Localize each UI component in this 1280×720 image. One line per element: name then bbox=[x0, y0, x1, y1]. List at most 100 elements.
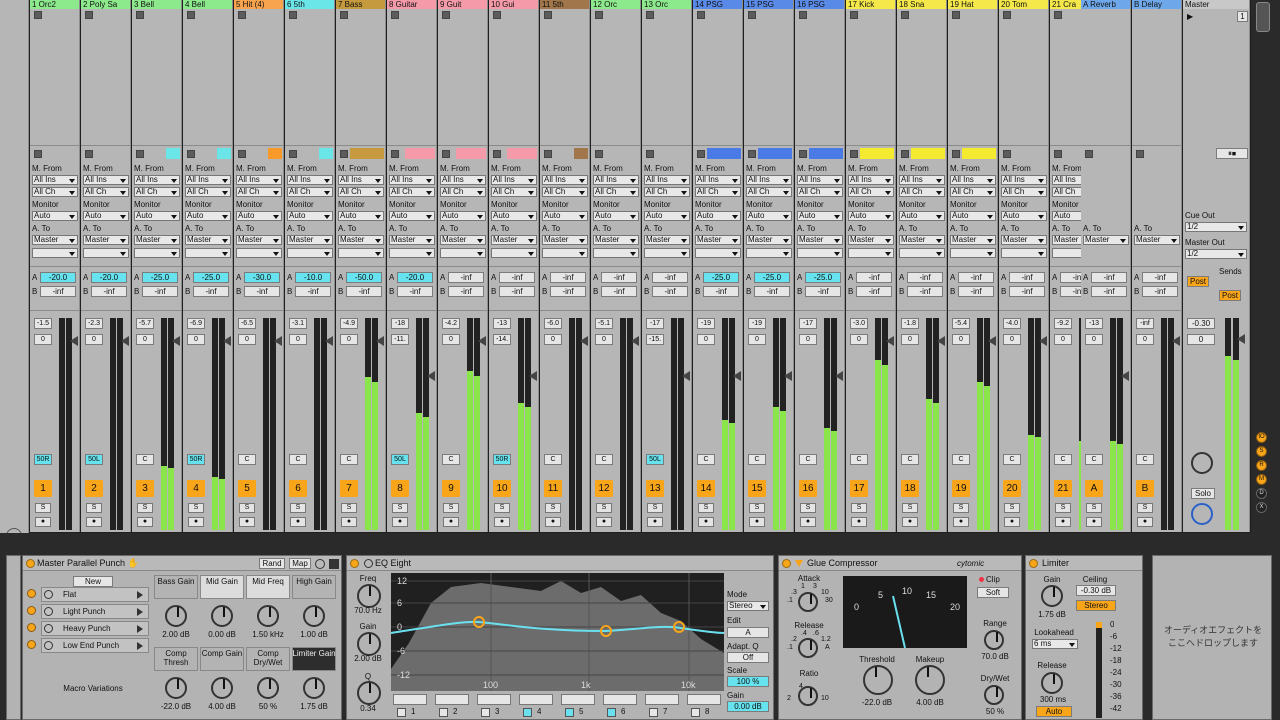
input-channel-dropdown[interactable]: All Ch bbox=[950, 187, 996, 197]
send-a-value[interactable]: -30.0 bbox=[244, 272, 280, 283]
solo-button[interactable]: S bbox=[86, 503, 102, 513]
arm-button[interactable]: ● bbox=[494, 517, 510, 527]
eq-gain-knob[interactable] bbox=[357, 632, 381, 656]
volume-fader[interactable] bbox=[835, 371, 843, 381]
track-title[interactable]: 14 PSG bbox=[693, 0, 742, 9]
variation-arrow-icon[interactable] bbox=[137, 625, 143, 633]
record-arm-button[interactable] bbox=[289, 11, 297, 19]
solo-button[interactable]: S bbox=[392, 503, 408, 513]
input-channel-dropdown[interactable]: All Ch bbox=[389, 187, 435, 197]
clip-stop-button[interactable] bbox=[544, 150, 552, 158]
send-a-value[interactable]: -inf bbox=[1142, 272, 1178, 283]
solo-button[interactable]: S bbox=[494, 503, 510, 513]
track-title[interactable]: 10 Gui bbox=[489, 0, 538, 9]
input-type-dropdown[interactable]: All Ins bbox=[32, 175, 78, 185]
chain-select-led[interactable] bbox=[27, 640, 36, 649]
send-a-value[interactable]: -25.0 bbox=[703, 272, 739, 283]
clip-slot[interactable] bbox=[860, 148, 894, 159]
arm-button[interactable]: ● bbox=[800, 517, 816, 527]
input-type-dropdown[interactable]: All Ins bbox=[185, 175, 231, 185]
record-arm-button[interactable] bbox=[901, 11, 909, 19]
release-knob[interactable] bbox=[798, 638, 818, 658]
attack-knob[interactable] bbox=[798, 592, 818, 612]
scene-play-icon[interactable]: ▶ bbox=[1187, 12, 1193, 22]
peak-value[interactable]: 0 bbox=[34, 334, 52, 345]
clip-stop-button[interactable] bbox=[646, 150, 654, 158]
output-dropdown[interactable]: Master bbox=[1001, 235, 1047, 245]
track-activator[interactable]: 21 bbox=[1054, 480, 1072, 497]
solo-button[interactable]: S bbox=[1086, 503, 1102, 513]
peak-value[interactable]: 0 bbox=[136, 334, 154, 345]
arm-button[interactable]: ● bbox=[1055, 517, 1071, 527]
band-filter-type[interactable] bbox=[435, 694, 469, 705]
solo-button[interactable]: S bbox=[239, 503, 255, 513]
output-dropdown[interactable]: Master bbox=[287, 235, 333, 245]
arm-button[interactable]: ● bbox=[392, 517, 408, 527]
metronome-icon[interactable] bbox=[1191, 452, 1213, 474]
clip-stop-button[interactable] bbox=[1136, 150, 1144, 158]
pan-value[interactable]: C bbox=[1085, 454, 1103, 465]
send-b-value[interactable]: -inf bbox=[397, 286, 433, 297]
track-activator[interactable]: 20 bbox=[1003, 480, 1021, 497]
pan-value[interactable]: C bbox=[748, 454, 766, 465]
peak-value[interactable]: 0 bbox=[238, 334, 256, 345]
volume-value[interactable]: -4.0 bbox=[1003, 318, 1021, 329]
clip-slot[interactable] bbox=[809, 148, 843, 159]
clip-slot[interactable] bbox=[268, 148, 282, 159]
band-enable-checkbox[interactable] bbox=[649, 708, 658, 717]
peak-value[interactable]: 0 bbox=[952, 334, 970, 345]
macro-knob[interactable] bbox=[165, 677, 187, 699]
peak-value[interactable]: 0 bbox=[1054, 334, 1072, 345]
track-activator[interactable]: 12 bbox=[595, 480, 613, 497]
record-arm-button[interactable] bbox=[952, 11, 960, 19]
arm-button[interactable]: ● bbox=[86, 517, 102, 527]
output-channel-dropdown[interactable] bbox=[491, 248, 537, 258]
eq-display[interactable]: 1260-6-12100 1k 10k bbox=[391, 573, 724, 691]
pan-value[interactable]: 50L bbox=[646, 454, 664, 465]
record-arm-button[interactable] bbox=[187, 11, 195, 19]
arm-button[interactable]: ● bbox=[1004, 517, 1020, 527]
output-channel-dropdown[interactable] bbox=[695, 248, 741, 258]
monitor-dropdown[interactable]: Auto bbox=[950, 211, 996, 221]
peak-value[interactable]: 0 bbox=[1003, 334, 1021, 345]
volume-fader[interactable] bbox=[580, 336, 588, 346]
clip-stop-button[interactable] bbox=[850, 150, 858, 158]
solo-cue-button[interactable]: Solo bbox=[1191, 488, 1215, 499]
send-a-value[interactable]: -20.0 bbox=[397, 272, 433, 283]
track-title[interactable]: 5 Hit (4) bbox=[234, 0, 283, 9]
record-arm-button[interactable] bbox=[391, 11, 399, 19]
output-channel-dropdown[interactable] bbox=[389, 248, 435, 258]
solo-button[interactable]: S bbox=[35, 503, 51, 513]
volume-fader[interactable] bbox=[631, 336, 639, 346]
volume-value[interactable]: -3.0 bbox=[850, 318, 868, 329]
volume-value[interactable]: -2.3 bbox=[85, 318, 103, 329]
track-title[interactable]: 16 PSG bbox=[795, 0, 844, 9]
track-title[interactable]: 11 5th bbox=[540, 0, 589, 9]
map-button[interactable]: Map bbox=[289, 558, 311, 569]
track-activator[interactable]: 10 bbox=[493, 480, 511, 497]
send-b-value[interactable]: -inf bbox=[448, 286, 484, 297]
chain-select-led[interactable] bbox=[27, 589, 36, 598]
track-title[interactable]: 19 Hat bbox=[948, 0, 997, 9]
macro-knob[interactable] bbox=[303, 677, 325, 699]
solo-button[interactable]: S bbox=[188, 503, 204, 513]
stop-all-clips-button[interactable]: ⏸⏹ bbox=[1216, 148, 1248, 159]
eq-freq-knob[interactable] bbox=[357, 584, 381, 608]
record-arm-button[interactable] bbox=[442, 11, 450, 19]
input-type-dropdown[interactable]: All Ins bbox=[389, 175, 435, 185]
output-channel-dropdown[interactable] bbox=[797, 248, 843, 258]
volume-value[interactable]: -18 bbox=[391, 318, 409, 329]
clip-slot[interactable] bbox=[350, 148, 384, 159]
track-activator[interactable]: 2 bbox=[85, 480, 103, 497]
track-title[interactable]: 8 Guitar bbox=[387, 0, 436, 9]
volume-fader[interactable] bbox=[937, 336, 945, 346]
clip-slot[interactable] bbox=[574, 148, 588, 159]
output-channel-dropdown[interactable] bbox=[746, 248, 792, 258]
output-dropdown[interactable]: Master bbox=[644, 235, 690, 245]
record-arm-button[interactable] bbox=[340, 11, 348, 19]
input-type-dropdown[interactable]: All Ins bbox=[848, 175, 894, 185]
clip-slot[interactable] bbox=[319, 148, 333, 159]
clip-stop-button[interactable] bbox=[1085, 150, 1093, 158]
pan-value[interactable]: C bbox=[289, 454, 307, 465]
arm-button[interactable]: ● bbox=[953, 517, 969, 527]
